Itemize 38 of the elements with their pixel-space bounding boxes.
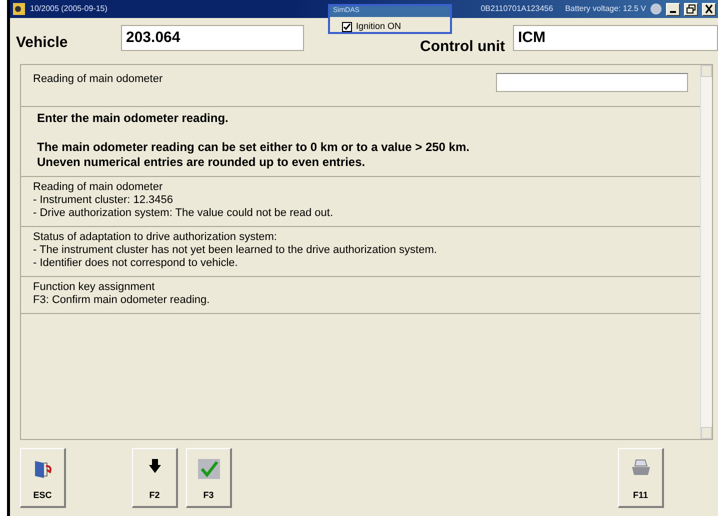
function-key-button[interactable]: F2 (132, 448, 178, 508)
info-text: Reading of main odometer (33, 181, 164, 194)
control-unit-label: Control unit (420, 36, 505, 57)
battery-voltage: Battery voltage: 12.5 V (565, 3, 646, 15)
info-text: - The instrument cluster has not yet been learned to the drive authorization system. (33, 244, 438, 257)
close-icon (705, 4, 713, 14)
printer-icon (630, 459, 650, 477)
info-text: Status of adaptation to drive authorization system: (33, 231, 278, 244)
down-arrow-icon (148, 459, 160, 473)
battery-icon (650, 3, 662, 15)
vehicle-field[interactable]: 203.064 (121, 25, 304, 51)
info-text: Function key assignment (33, 281, 156, 294)
info-text: - Identifier does not correspond to vehicle. (33, 257, 239, 270)
info-text: The main odometer reading can be set either to 0 km or to a value > 250 km. (37, 140, 470, 155)
restore-button[interactable] (684, 2, 698, 16)
close-button[interactable] (702, 2, 716, 16)
scrollbar[interactable] (700, 65, 712, 439)
minimize-button[interactable] (666, 2, 680, 16)
function-key-button[interactable]: F3 (186, 448, 232, 508)
ignition-checkbox[interactable] (342, 22, 352, 32)
info-text: - Instrument cluster: 12.3456 (33, 194, 174, 207)
serial-number: 0B2110701A123456 (480, 3, 554, 15)
app-icon (12, 2, 26, 16)
checkbox-label: Ignition ON (356, 20, 402, 33)
info-text: Uneven numerical entries are rounded up to even entries. (37, 155, 366, 170)
info-text: - Drive authorization system: The value could not be read out. (33, 207, 334, 220)
function-key-button[interactable]: ESC (20, 448, 66, 508)
window-title: 10/2005 (2005-09-15) (30, 3, 108, 15)
field-label: Reading of main odometer (33, 73, 163, 87)
vehicle-label: Vehicle (16, 32, 69, 53)
info-text: F3: Confirm main odometer reading. (33, 294, 211, 307)
restore-icon (686, 4, 696, 14)
checkmark-icon (198, 459, 220, 479)
control-unit-field[interactable]: ICM (513, 25, 718, 51)
odometer-input[interactable] (496, 73, 688, 92)
function-key-button[interactable]: F11 (618, 448, 664, 508)
minimize-icon (670, 11, 676, 13)
info-text: Enter the main odometer reading. (37, 111, 230, 126)
